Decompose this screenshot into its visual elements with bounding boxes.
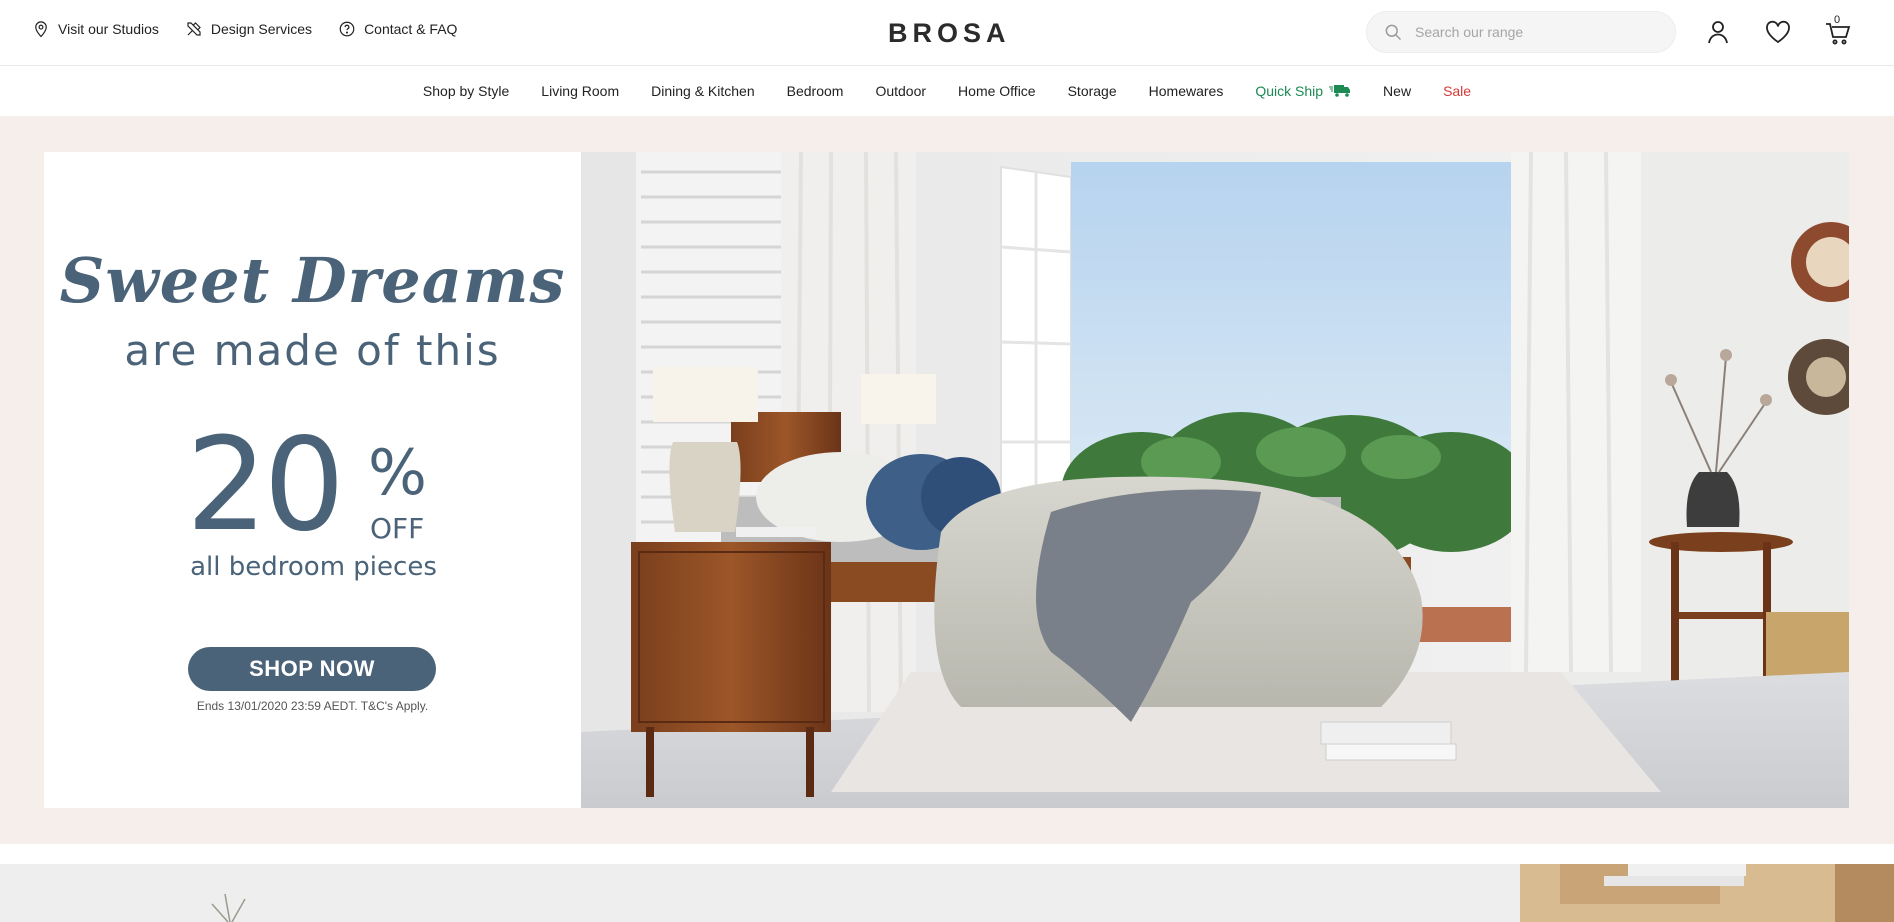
nav-home-office[interactable]: Home Office [958, 83, 1036, 99]
visit-studios-label: Visit our Studios [58, 21, 159, 37]
nav-new[interactable]: New [1383, 83, 1411, 99]
contact-faq-link[interactable]: Contact & FAQ [338, 20, 457, 38]
utility-links: Visit our Studios Design Services Contac… [32, 20, 483, 38]
shop-now-button[interactable]: SHOP NOW [188, 647, 436, 691]
map-pin-icon [35, 21, 47, 38]
main-nav: Shop by Style Living Room Dining & Kitch… [0, 66, 1894, 116]
nav-homewares[interactable]: Homewares [1149, 83, 1224, 99]
design-services-link[interactable]: Design Services [185, 20, 312, 38]
design-services-label: Design Services [210, 21, 313, 37]
nav-storage[interactable]: Storage [1068, 83, 1117, 99]
discount-off: OFF [370, 512, 425, 545]
truck-icon [1329, 85, 1351, 97]
top-header: Visit our Studios Design Services Contac… [0, 0, 1894, 66]
discount-percent: % [368, 436, 427, 509]
nav-shop-by-style[interactable]: Shop by Style [423, 83, 509, 99]
nav-bedroom[interactable]: Bedroom [787, 83, 844, 99]
search-icon [1385, 24, 1402, 41]
nav-quick-ship[interactable]: Quick Ship [1255, 83, 1351, 99]
search-input[interactable] [1415, 24, 1655, 40]
nav-quick-ship-label: Quick Ship [1255, 83, 1324, 99]
secondary-banner[interactable] [0, 864, 1894, 922]
heart-icon [1766, 20, 1790, 44]
nav-living-room[interactable]: Living Room [541, 83, 619, 99]
secondary-banner-illustration [0, 864, 1894, 922]
nav-outdoor[interactable]: Outdoor [875, 83, 926, 99]
nav-dining-kitchen[interactable]: Dining & Kitchen [651, 83, 755, 99]
nav-sale[interactable]: Sale [1443, 83, 1471, 99]
wishlist-button[interactable] [1764, 18, 1792, 46]
tools-icon [187, 22, 201, 36]
visit-studios-link[interactable]: Visit our Studios [32, 20, 159, 38]
brand-logo[interactable]: BROSA [888, 18, 1011, 49]
bedroom-scene-illustration [581, 152, 1849, 808]
account-button[interactable] [1704, 18, 1732, 46]
user-icon [1708, 21, 1728, 44]
promo-script-title: Sweet Dreams [59, 244, 566, 317]
question-icon [339, 21, 355, 37]
promo-subtitle: are made of this [124, 326, 501, 375]
cart-count: 0 [1834, 14, 1841, 26]
cart-button[interactable]: 0 [1824, 14, 1852, 46]
header-actions: 0 [1704, 14, 1852, 46]
bedroom-hero-image[interactable] [581, 152, 1849, 808]
promo-card[interactable]: Sweet Dreams are made of this 20 % OFF a… [44, 152, 581, 808]
search-bar[interactable] [1366, 11, 1676, 53]
contact-faq-label: Contact & FAQ [364, 21, 458, 37]
discount-scope: all bedroom pieces [190, 552, 437, 582]
promo-terms: Ends 13/01/2020 23:59 AEDT. T&C's Apply. [196, 699, 429, 713]
discount-number: 20 [186, 411, 345, 560]
